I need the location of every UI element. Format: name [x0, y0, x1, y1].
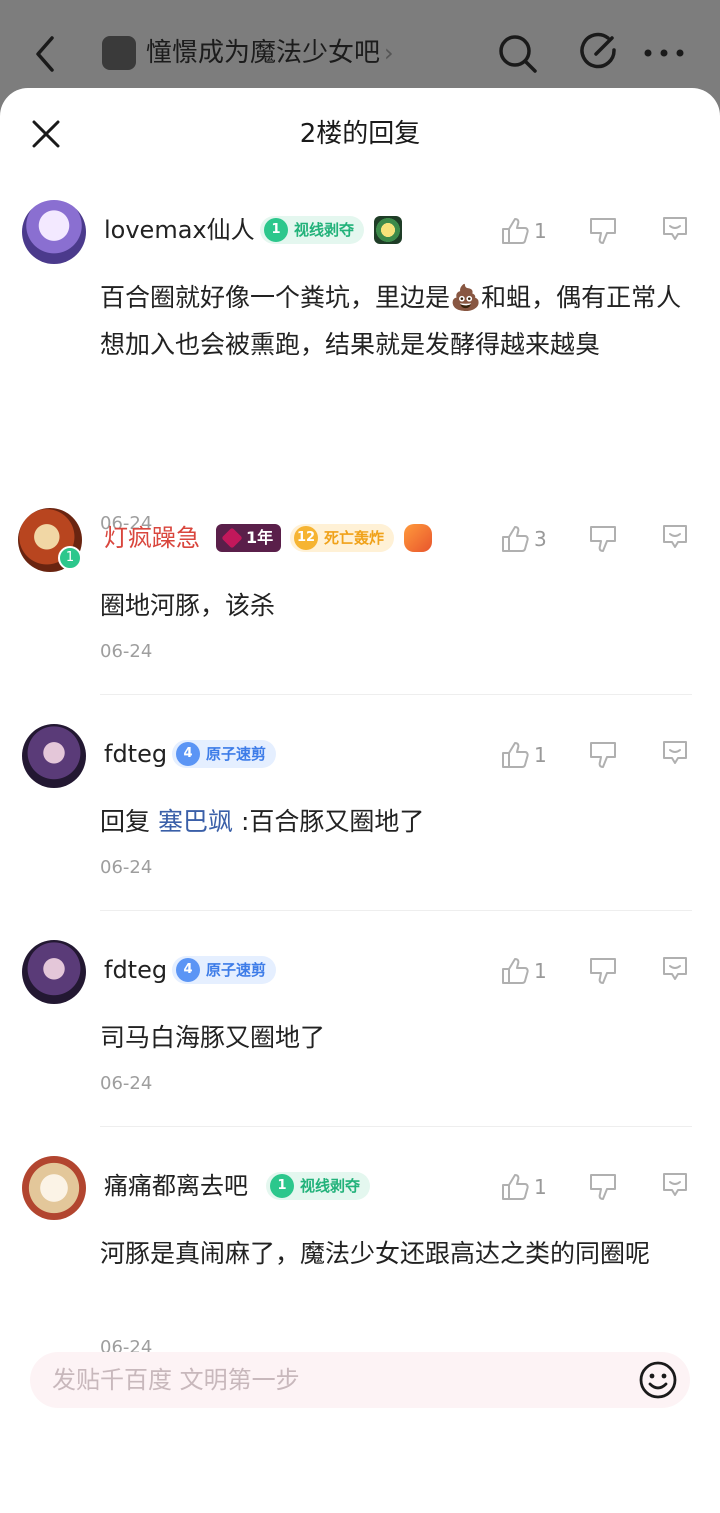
reply-icon[interactable]	[660, 738, 690, 768]
avatar[interactable]	[22, 1156, 86, 1220]
badge-title: 死亡轰炸	[324, 529, 385, 547]
user-mention-link[interactable]: 塞巴飒	[158, 807, 233, 836]
level-number: 1	[270, 1174, 294, 1198]
reply-icon[interactable]	[660, 214, 690, 244]
thumbs-up-icon[interactable]	[500, 956, 530, 986]
comment-text: 司马白海豚又圈地了	[100, 1023, 326, 1052]
reply-sheet: 2楼的回复 lovemax仙人 1 视线剥夺 1 百合圈就好像一个粪坑，里边是💩…	[0, 88, 720, 1513]
like-count: 1	[534, 1175, 547, 1199]
sheet-header: 2楼的回复	[0, 88, 720, 180]
like-count: 1	[534, 219, 547, 243]
comment-text-part: 百合圈就好像一个粪坑，里边是	[100, 283, 451, 312]
badge-title: 视线剥夺	[294, 221, 355, 239]
divider	[100, 910, 692, 911]
badge-title: 视线剥夺	[300, 1177, 361, 1195]
level-badge[interactable]: 1 视线剥夺	[260, 216, 365, 244]
smiley-icon[interactable]	[638, 1360, 678, 1400]
level-number: 1	[264, 218, 288, 242]
edit-icon[interactable]	[578, 32, 618, 72]
level-badge[interactable]: 1 视线剥夺	[266, 1172, 371, 1200]
reply-icon[interactable]	[660, 522, 690, 552]
thumbs-up-icon[interactable]	[500, 1172, 530, 1202]
search-icon[interactable]	[496, 32, 538, 74]
poop-emoji: 💩	[450, 283, 482, 312]
more-icon[interactable]	[642, 46, 686, 60]
back-icon[interactable]	[30, 34, 60, 74]
reply-icon[interactable]	[660, 1170, 690, 1200]
username[interactable]: lovemax仙人	[104, 214, 255, 246]
badge-title: 原子速剪	[206, 745, 267, 763]
thumbs-down-icon[interactable]	[588, 956, 618, 986]
thumbs-up-icon[interactable]	[500, 740, 530, 770]
reply-prefix: 回复	[100, 807, 151, 836]
comment-item: fdteg 4 原子速剪 1 司马白海豚又圈地了 06-24	[0, 940, 720, 1120]
thumbs-up-icon[interactable]	[500, 216, 530, 246]
username[interactable]: fdteg	[104, 738, 167, 770]
thumbs-down-icon[interactable]	[588, 740, 618, 770]
reply-icon[interactable]	[660, 954, 690, 984]
year-badge[interactable]: 1年	[216, 524, 282, 552]
comment-input-bar[interactable]: 发贴千百度 文明第一步	[30, 1352, 690, 1408]
username[interactable]: fdteg	[104, 954, 167, 986]
level-badge[interactable]: 4 原子速剪	[172, 740, 277, 768]
level-number: 4	[176, 742, 200, 766]
comment-text: 河豚是真闹麻了，魔法少女还跟高达之类的同圈呢	[100, 1239, 651, 1268]
level-badge[interactable]: 12 死亡轰炸	[290, 524, 395, 552]
medal-icon	[374, 216, 402, 244]
like-count: 1	[534, 959, 547, 983]
sheet-title: 2楼的回复	[299, 119, 421, 149]
level-badge[interactable]: 4 原子速剪	[172, 956, 277, 984]
thumbs-down-icon[interactable]	[588, 1172, 618, 1202]
like-count: 1	[534, 743, 547, 767]
input-placeholder[interactable]: 发贴千百度 文明第一步	[52, 1364, 300, 1396]
avatar[interactable]	[22, 940, 86, 1004]
chevron-right-icon: ›	[384, 39, 394, 67]
comment-text-part: :百合豚又圈地了	[240, 807, 425, 836]
comment-item: lovemax仙人 1 视线剥夺 1 百合圈就好像一个粪坑，里边是💩和蛆，偶有正…	[0, 200, 720, 534]
year-badge-text: 1年	[246, 528, 274, 547]
badge-title: 原子速剪	[206, 961, 267, 979]
username[interactable]: 灯疯躁急	[104, 522, 200, 554]
comment-item: 1 灯疯躁急 1年 12 死亡轰炸 3 圈地河豚，该杀 06-24	[0, 508, 720, 708]
thumbs-up-icon[interactable]	[500, 524, 530, 554]
divider	[100, 694, 692, 695]
comment-date: 06-24	[100, 1073, 153, 1094]
comment-date: 06-24	[100, 641, 153, 662]
avatar-level-badge: 1	[58, 546, 82, 570]
comment-date: 06-24	[100, 857, 153, 878]
username[interactable]: 痛痛都离去吧	[104, 1170, 248, 1202]
forum-avatar[interactable]	[102, 36, 136, 70]
divider	[100, 1126, 692, 1127]
thumbs-down-icon[interactable]	[588, 216, 618, 246]
thumbs-down-icon[interactable]	[588, 524, 618, 554]
avatar[interactable]	[22, 724, 86, 788]
comment-item: fdteg 4 原子速剪 1 回复 塞巴飒 :百合豚又圈地了 06-24	[0, 724, 720, 904]
like-count: 3	[534, 527, 547, 551]
level-number: 12	[294, 526, 318, 550]
comment-text: 回复 塞巴飒 :百合豚又圈地了	[100, 798, 700, 845]
gamepad-icon	[404, 524, 432, 552]
gem-icon	[221, 527, 243, 549]
comment-text: 圈地河豚，该杀	[100, 591, 276, 620]
forum-name[interactable]: 憧憬成为魔法少女吧	[146, 36, 380, 70]
level-number: 4	[176, 958, 200, 982]
comment-text: 百合圈就好像一个粪坑，里边是💩和蛆，偶有正常人想加入也会被熏跑，结果就是发酵得越…	[100, 274, 700, 368]
avatar[interactable]	[22, 200, 86, 264]
